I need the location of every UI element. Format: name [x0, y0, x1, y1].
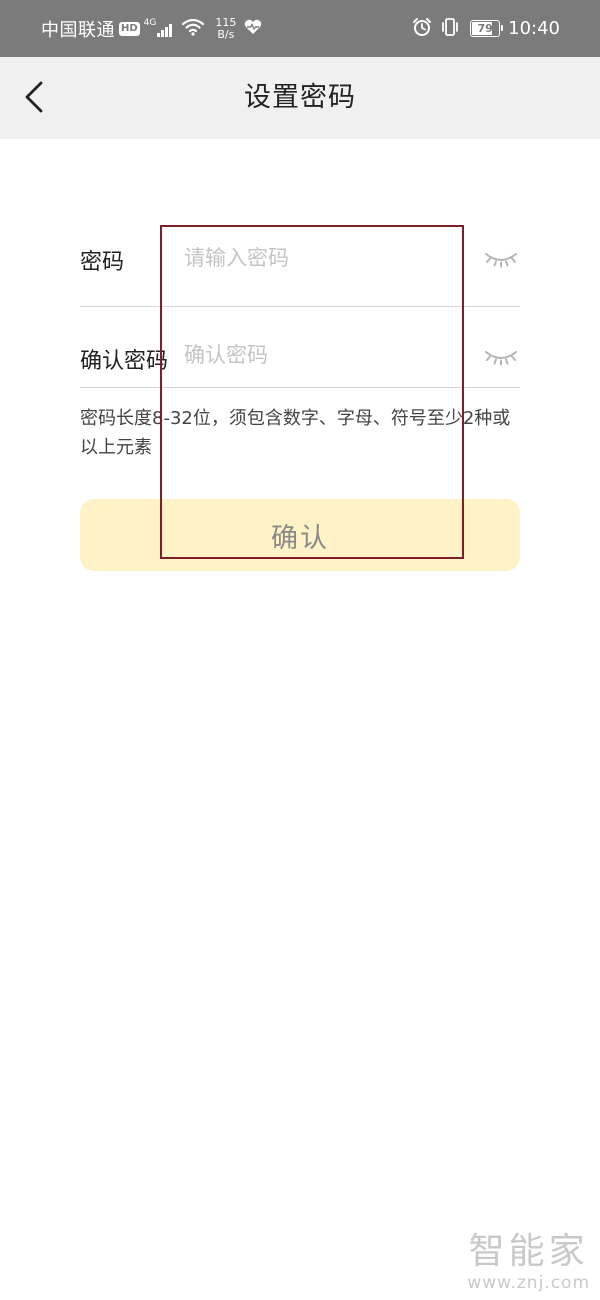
- password-hint: 密码长度8-32位，须包含数字、字母、符号至少2种或以上元素: [80, 408, 511, 458]
- watermark-url: www.znj.com: [467, 1273, 590, 1293]
- status-bar-right: 79 10:40: [412, 0, 560, 57]
- confirm-password-visibility-toggle[interactable]: [482, 341, 520, 371]
- wifi-icon: [181, 18, 205, 40]
- alarm-icon: [412, 17, 432, 41]
- app-header: 设置密码: [0, 57, 600, 139]
- network-speed: 115 B/s: [215, 15, 237, 41]
- password-input[interactable]: [184, 238, 474, 278]
- confirm-button[interactable]: 确认: [80, 499, 520, 571]
- network-type: 4G: [143, 17, 157, 28]
- signal-icon: [157, 21, 173, 37]
- page-title: 设置密码: [244, 82, 356, 113]
- vibrate-icon: [440, 17, 460, 41]
- status-bar: 中国联通 HD 4G 115 B/s 79 10:40: [0, 0, 600, 57]
- hd-badge: HD: [119, 21, 140, 36]
- carrier-name: 中国联通: [41, 19, 115, 41]
- password-visibility-toggle[interactable]: [482, 243, 520, 273]
- password-label: 密码: [80, 250, 125, 275]
- speed-value: 115: [215, 15, 237, 29]
- watermark-logo: 智能家 www.znj.com: [467, 1232, 590, 1294]
- eye-closed-icon: [485, 351, 517, 366]
- confirm-password-label: 确认密码: [80, 349, 169, 374]
- speed-unit: B/s: [217, 27, 235, 41]
- confirm-password-input[interactable]: [184, 335, 474, 375]
- status-bar-left: 中国联通 HD 4G 115 B/s: [41, 0, 262, 57]
- battery-level: 79: [477, 22, 493, 35]
- clock: 10:40: [508, 18, 560, 39]
- battery-icon: 79: [470, 20, 504, 37]
- heart-icon: [244, 19, 262, 39]
- eye-closed-icon: [485, 253, 517, 268]
- watermark-name: 智能家: [468, 1231, 589, 1272]
- confirm-password-row: 确认密码: [80, 291, 520, 388]
